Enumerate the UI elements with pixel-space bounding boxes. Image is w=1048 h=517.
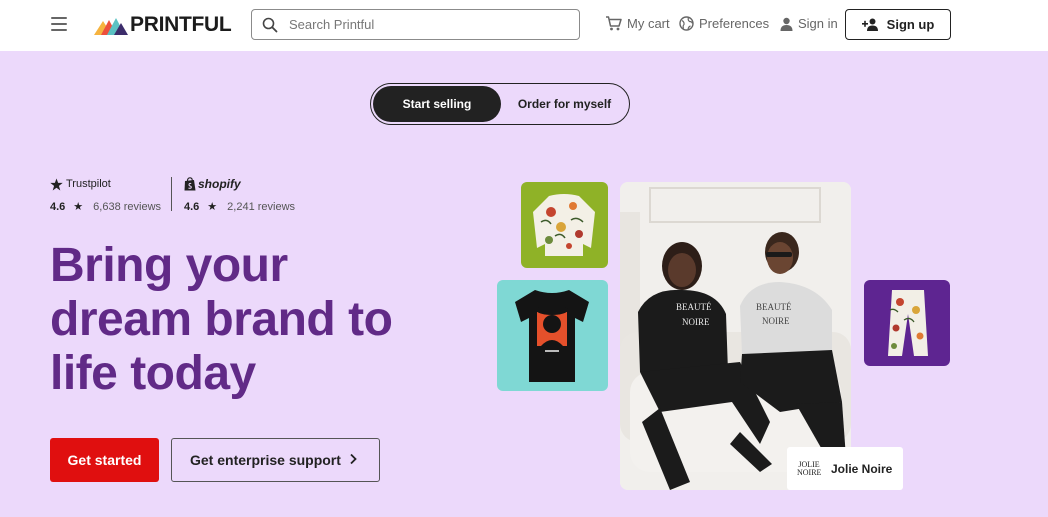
star-icon: ★ (207, 201, 218, 213)
brand-name: Jolie Noire (831, 461, 893, 476)
shirt-text-right-1: BEAUTÉ (756, 302, 792, 312)
search-input[interactable] (289, 17, 559, 32)
mode-toggle: Start selling Order for myself (370, 83, 630, 125)
cart-label: My cart (627, 16, 670, 31)
floral-sweater-illustration (533, 194, 595, 256)
two-models-sofa-photo: BEAUTÉ NOIRE BEAUTÉ NOIRE (620, 182, 851, 490)
ratings-divider (171, 177, 172, 211)
hero-section: Start selling Order for myself Trustpilo… (0, 51, 1048, 517)
brand-label-card: JOLIE NOIRE Jolie Noire (787, 447, 903, 490)
shopify-bag-icon (184, 177, 196, 191)
preferences-label: Preferences (699, 16, 770, 31)
trustpilot-rating[interactable]: Trustpilot 4.6 ★ 6,638 reviews (50, 175, 161, 213)
enterprise-support-label: Get enterprise support (190, 452, 341, 468)
shopify-score: 4.6 (184, 200, 200, 213)
pants-product-image (864, 280, 950, 366)
order-for-myself-tab[interactable]: Order for myself (501, 86, 628, 122)
chevron-right-icon (350, 453, 357, 465)
star-icon: ★ (73, 201, 84, 213)
floral-pants-illustration (888, 290, 928, 356)
sign-up-label: Sign up (886, 17, 935, 32)
black-tshirt-illustration (515, 290, 589, 382)
trustpilot-label: Trustpilot (66, 178, 111, 190)
sign-in-label: Sign in (798, 16, 838, 31)
start-selling-tab[interactable]: Start selling (373, 86, 501, 122)
globe-icon (679, 16, 694, 31)
tshirt-product-image (497, 280, 608, 391)
cart-link[interactable]: My cart (605, 16, 670, 31)
models-photo: BEAUTÉ NOIRE BEAUTÉ NOIRE (620, 182, 851, 490)
shirt-text-left-2: NOIRE (682, 317, 710, 327)
trustpilot-reviews: 6,638 reviews (93, 200, 162, 213)
top-navigation-bar: PRINTFUL My cart Preferences Sign in (0, 0, 1048, 51)
hero-headline: Bring your dream brand to life today (50, 239, 450, 401)
shopify-rating[interactable]: shopify 4.6 ★ 2,241 reviews (184, 175, 295, 213)
hamburger-menu-icon[interactable] (51, 17, 67, 31)
headline-line-1: Bring your (50, 239, 288, 292)
shirt-text-right-2: NOIRE (762, 316, 790, 326)
sign-in-link[interactable]: Sign in (780, 16, 838, 31)
printful-mountain-icon (94, 18, 128, 35)
shopify-label: shopify (198, 177, 241, 191)
trustpilot-score: 4.6 (50, 200, 66, 213)
preferences-link[interactable]: Preferences (679, 16, 769, 31)
headline-line-2: dream brand to (50, 293, 393, 346)
cart-icon (606, 16, 622, 31)
add-user-icon (861, 18, 878, 31)
user-icon (780, 17, 793, 31)
shopify-reviews: 2,241 reviews (227, 200, 296, 213)
enterprise-support-button[interactable]: Get enterprise support (171, 438, 380, 482)
trustpilot-star-icon (50, 178, 63, 190)
shirt-text-left-1: BEAUTÉ (676, 302, 712, 312)
sweater-product-image (521, 182, 608, 268)
search-icon (262, 17, 278, 32)
search-field[interactable] (251, 9, 580, 40)
printful-logo[interactable]: PRINTFUL (94, 13, 232, 37)
jolie-noire-logo: JOLIE NOIRE (797, 459, 822, 477)
sign-up-button[interactable]: Sign up (845, 9, 951, 40)
get-started-button[interactable]: Get started (50, 438, 159, 482)
headline-line-3: life today (50, 347, 256, 400)
logo-wordmark: PRINTFUL (130, 13, 232, 36)
